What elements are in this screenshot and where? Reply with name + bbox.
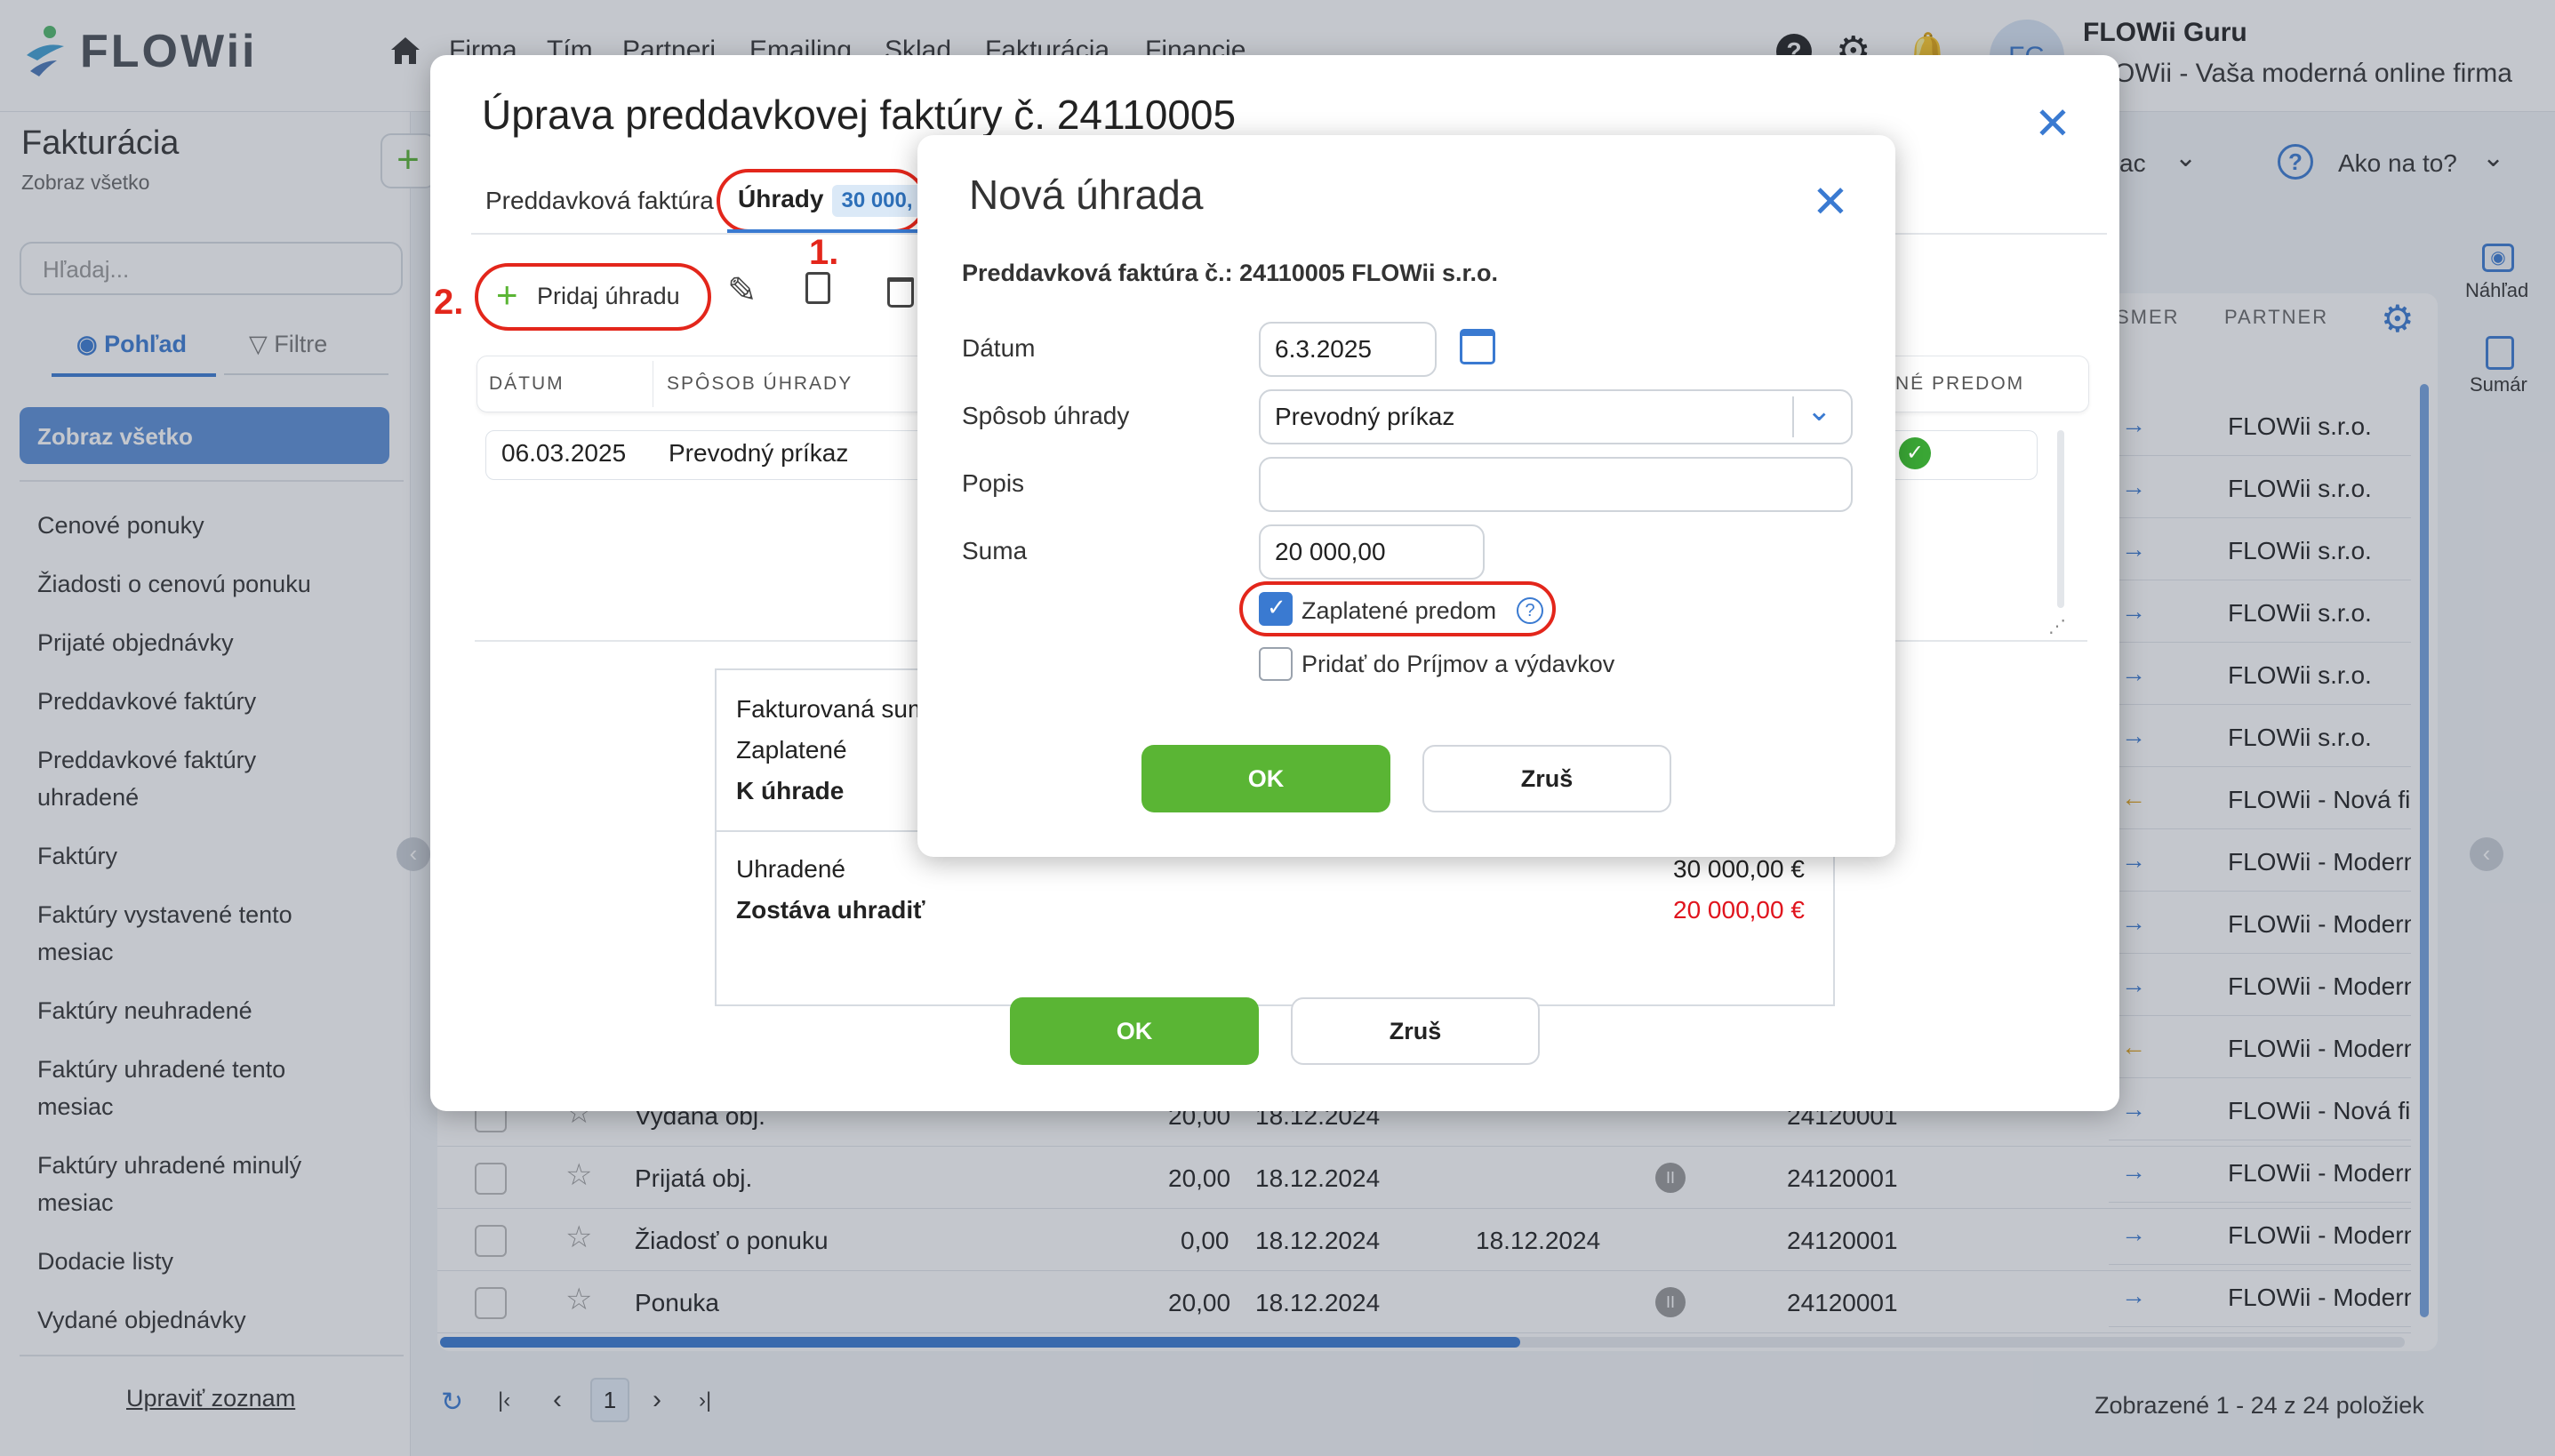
summary-paid-label: Zaplatené [736, 736, 847, 764]
summary-remaining-label: Zostáva uhradiť [736, 896, 925, 924]
payment-row-method: Prevodný príkaz [669, 439, 849, 467]
prepaid-checkbox[interactable]: ✓ [1259, 592, 1293, 626]
close-icon[interactable]: ✕ [1812, 180, 1849, 224]
add-payment-label: Pridaj úhradu [537, 283, 680, 309]
highlight-tab-payments [717, 169, 926, 233]
date-label: Dátum [962, 334, 1036, 362]
divider [1792, 396, 1794, 437]
modal-title: Úprava preddavkovej faktúry č. 24110005 [482, 92, 1237, 138]
chevron-down-icon[interactable]: ⌄ [1806, 393, 1832, 428]
description-input[interactable] [1259, 457, 1853, 512]
col-header-date[interactable]: DÁTUM [489, 373, 565, 395]
summary-invoiced-label: Fakturovaná sum [736, 695, 929, 723]
plus-icon: + [496, 274, 518, 316]
cancel-button[interactable]: Zruš [1422, 745, 1671, 812]
summary-settled-label: Uhradené [736, 855, 845, 883]
step-2-label: 2. [434, 283, 464, 322]
prepaid-label: Zaplatené predom [1302, 597, 1497, 624]
add-payment-button[interactable]: + Pridaj úhradu [484, 272, 706, 322]
trash-icon[interactable] [887, 277, 914, 308]
cancel-button[interactable]: Zruš [1291, 997, 1540, 1065]
ok-button[interactable]: OK [1141, 745, 1390, 812]
summary-remaining-value: 20 000,00 € [1673, 896, 1805, 924]
step-1-label: 1. [809, 233, 839, 272]
help-circle-icon[interactable]: ? [1517, 597, 1543, 624]
check-circle-icon: ✓ [1899, 437, 1931, 469]
new-payment-modal: Nová úhrada ✕ Preddavková faktúra č.: 24… [917, 135, 1895, 857]
sum-value: 20 000,00 [1275, 538, 1386, 565]
close-icon[interactable]: ✕ [2034, 101, 2071, 146]
col-header-method[interactable]: SPÔSOB ÚHRADY [667, 373, 853, 395]
income-checkbox[interactable] [1259, 647, 1293, 681]
calendar-icon[interactable] [1460, 329, 1495, 364]
method-value: Prevodný príkaz [1275, 403, 1455, 430]
summary-settled-value: 30 000,00 € [1673, 855, 1805, 883]
summary-to-pay-label: K úhrade [736, 777, 845, 804]
resize-handle-icon[interactable]: ⋰ [2048, 615, 2066, 637]
invoice-reference: Preddavková faktúra č.: 24110005 FLOWii … [962, 260, 1499, 286]
income-label: Pridať do Príjmov a výdavkov [1302, 651, 1615, 677]
copy-icon[interactable] [805, 272, 830, 304]
ok-button[interactable]: OK [1010, 997, 1259, 1065]
sum-label: Suma [962, 537, 1028, 564]
date-input[interactable]: 6.3.2025 [1259, 322, 1437, 377]
method-label: Spôsob úhrady [962, 402, 1130, 429]
modal-title: Nová úhrada [969, 172, 1204, 218]
edit-icon[interactable]: ✎ [727, 270, 757, 311]
payment-row-date: 06.03.2025 [501, 439, 627, 467]
method-select[interactable]: Prevodný príkaz [1259, 389, 1853, 444]
date-value: 6.3.2025 [1275, 335, 1372, 363]
tab-invoice[interactable]: Preddavková faktúra [485, 187, 714, 215]
table-scrollbar[interactable] [2057, 430, 2064, 608]
sum-input[interactable]: 20 000,00 [1259, 524, 1485, 580]
check-icon: ✓ [1267, 594, 1286, 620]
description-label: Popis [962, 469, 1025, 497]
col-header-prepaid[interactable]: NÉ PREDOM [1895, 373, 2024, 395]
